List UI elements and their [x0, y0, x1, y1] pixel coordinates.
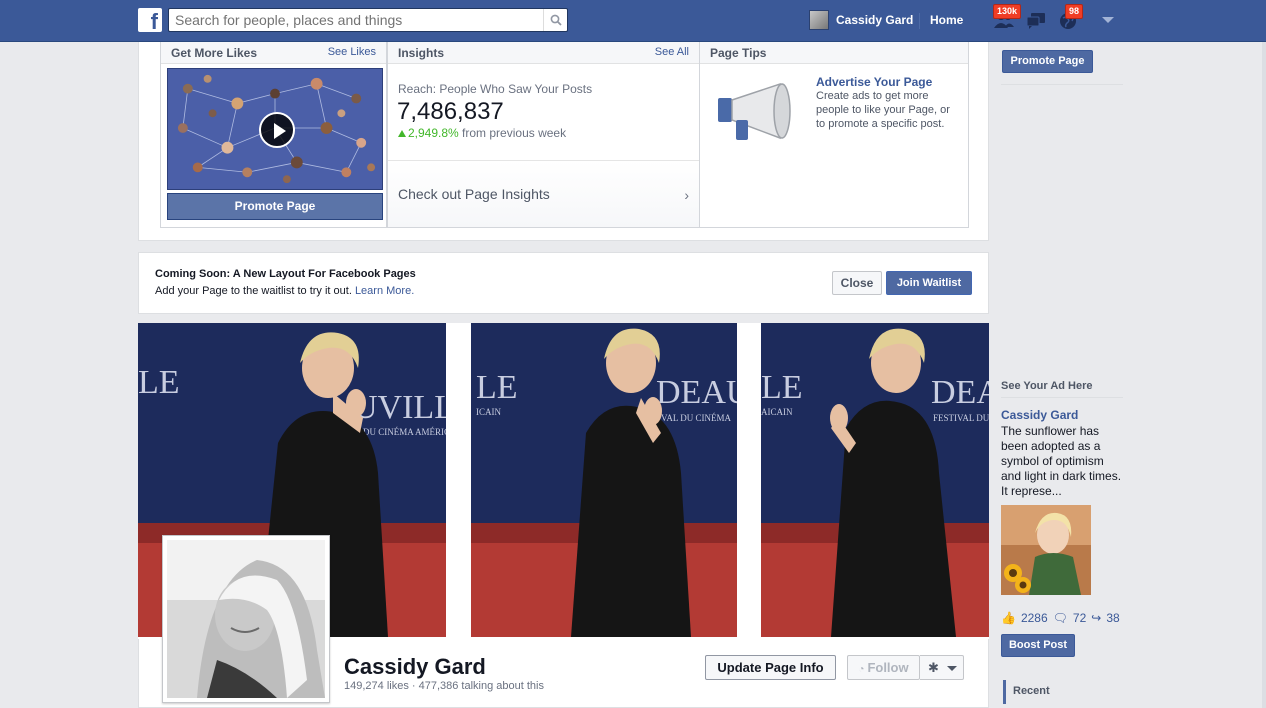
ad-text: The sunflower has been adopted as a symb… — [1001, 424, 1122, 498]
notice-body: Add your Page to the waitlist to try it … — [155, 285, 355, 297]
friend-requests-jewel[interactable]: 130k — [993, 4, 1022, 32]
home-link[interactable]: Home — [930, 13, 963, 27]
divider — [1001, 84, 1123, 85]
reach-value: 7,486,837 — [397, 98, 504, 125]
ad-preview-header: See Your Ad Here — [1001, 380, 1093, 392]
page-insights-label: Check out Page Insights — [398, 186, 550, 202]
new-layout-notice: Coming Soon: A New Layout For Facebook P… — [138, 252, 989, 314]
follow-label: Follow — [867, 660, 909, 675]
tip-description: Create ads to get more people to like yo… — [816, 90, 950, 130]
ad-engagement-stats: 👍 2286 🗨 72 ↪ 38 — [1001, 611, 1120, 625]
close-button[interactable]: Close — [832, 271, 882, 295]
promote-page-button[interactable]: Promote Page — [167, 193, 383, 220]
friend-requests-badge: 130k — [993, 4, 1022, 19]
page-tips-card: Page Tips Advertise Your Page Create ads… — [699, 42, 969, 228]
profile-picture[interactable] — [162, 535, 330, 703]
divider — [1001, 397, 1123, 398]
page-title[interactable]: Cassidy Gard — [344, 654, 486, 680]
reach-label: Reach: People Who Saw Your Posts — [398, 82, 593, 96]
notifications-badge: 98 — [1065, 4, 1084, 19]
banner-text: AICAIN — [761, 407, 793, 417]
banner-text: DU CINÉMA AMÉRICAIN — [363, 427, 446, 437]
get-more-likes-card: Get More Likes See Likes Promote Page — [160, 42, 387, 228]
banner-text: FESTIVAL DU — [933, 413, 989, 423]
top-user-name: Cassidy Gard — [836, 13, 914, 27]
play-icon[interactable] — [259, 112, 295, 148]
reach-change: 2,949.8% from previous week — [398, 126, 566, 140]
card-header: Page Tips — [700, 42, 968, 64]
top-profile-link[interactable]: Cassidy Gard — [809, 10, 913, 30]
update-page-info-button[interactable]: Update Page Info — [705, 655, 836, 680]
top-navigation-bar: f Cassidy Gard Home 130k 98 — [0, 0, 1266, 42]
banner-text: LE — [138, 364, 180, 401]
banner-text: DEAUV — [656, 374, 737, 411]
chevron-right-icon: › — [684, 187, 689, 203]
notice-text: Add your Page to the waitlist to try it … — [155, 285, 414, 297]
search-input[interactable] — [169, 9, 539, 31]
learn-more-link[interactable]: Learn More. — [355, 285, 414, 297]
gear-icon: ✱ — [928, 660, 939, 675]
rss-icon: ◔ — [858, 664, 865, 675]
like-count: 2286 — [1020, 611, 1048, 625]
megaphone-icon — [718, 82, 791, 140]
facebook-logo-icon[interactable]: f — [138, 8, 162, 32]
recent-section-link[interactable]: Recent — [1003, 680, 1050, 704]
search-box — [168, 8, 568, 32]
search-button[interactable] — [543, 9, 567, 31]
insights-card: Insights See All Reach: People Who Saw Y… — [387, 42, 700, 228]
page-settings-button[interactable]: ✱ — [920, 655, 964, 680]
cover-panel-right: LE AICAIN DEA FESTIVAL DU — [761, 323, 989, 637]
share-icon: ↪ — [1091, 611, 1102, 625]
notice-title: Coming Soon: A New Layout For Facebook P… — [155, 268, 416, 280]
chevron-down-icon — [947, 666, 957, 671]
card-title: Insights — [398, 46, 445, 60]
reach-change-suffix: from previous week — [458, 126, 567, 140]
card-header: Insights See All — [388, 42, 699, 64]
promote-video-thumbnail[interactable] — [167, 68, 383, 190]
banner-text: UVILLE — [353, 389, 446, 426]
avatar — [809, 10, 829, 30]
share-count: 38 — [1106, 611, 1120, 625]
banner-text: DEA — [931, 374, 989, 411]
comment-icon: 🗨 — [1052, 611, 1068, 625]
ad-image[interactable] — [1001, 505, 1091, 595]
banner-text: LE — [476, 369, 518, 406]
page-insights-link[interactable]: Check out Page Insights › — [388, 160, 699, 227]
page-stats: 149,274 likes · 477,386 talking about th… — [344, 680, 544, 692]
boost-post-button[interactable]: Boost Post — [1001, 634, 1075, 657]
card-title: Get More Likes — [171, 46, 258, 60]
promote-page-small-button[interactable]: Promote Page — [1002, 50, 1093, 73]
profile-photo-image — [167, 540, 325, 698]
card-title: Page Tips — [710, 46, 767, 60]
ad-photo-image — [1001, 505, 1091, 595]
follow-button[interactable]: ◔ Follow — [847, 655, 920, 680]
banner-text: VAL DU CINÉMA — [661, 413, 732, 423]
admin-panel: Get More Likes See Likes Promote Page In… — [138, 42, 989, 241]
comment-count: 72 — [1072, 611, 1087, 625]
cover-photo-image: LE ICAIN DEAUV VAL DU CINÉMA — [471, 323, 737, 637]
cover-photo-image: LE AICAIN DEA FESTIVAL DU — [761, 323, 989, 637]
cover-panel-middle: LE ICAIN DEAUV VAL DU CINÉMA — [471, 323, 737, 637]
notifications-jewel[interactable]: 98 — [1057, 4, 1084, 32]
messages-icon — [1026, 13, 1045, 29]
advertise-page-link[interactable]: Advertise Your Page — [816, 75, 932, 89]
ad-title-link[interactable]: Cassidy Gard — [1001, 408, 1078, 422]
search-icon — [550, 14, 562, 26]
card-header: Get More Likes See Likes — [161, 42, 386, 64]
like-icon: 👍 — [1001, 611, 1016, 625]
reach-change-value: 2,949.8% — [398, 126, 459, 140]
top-divider — [919, 13, 920, 29]
join-waitlist-button[interactable]: Join Waitlist — [886, 271, 972, 295]
banner-text: ICAIN — [476, 407, 501, 417]
banner-text: LE — [761, 369, 803, 406]
scrollbar[interactable] — [1262, 42, 1266, 708]
account-menu-caret-icon[interactable] — [1102, 17, 1114, 23]
see-all-link[interactable]: See All — [655, 46, 689, 59]
see-likes-link[interactable]: See Likes — [328, 46, 376, 59]
messages-jewel[interactable] — [1025, 10, 1049, 32]
